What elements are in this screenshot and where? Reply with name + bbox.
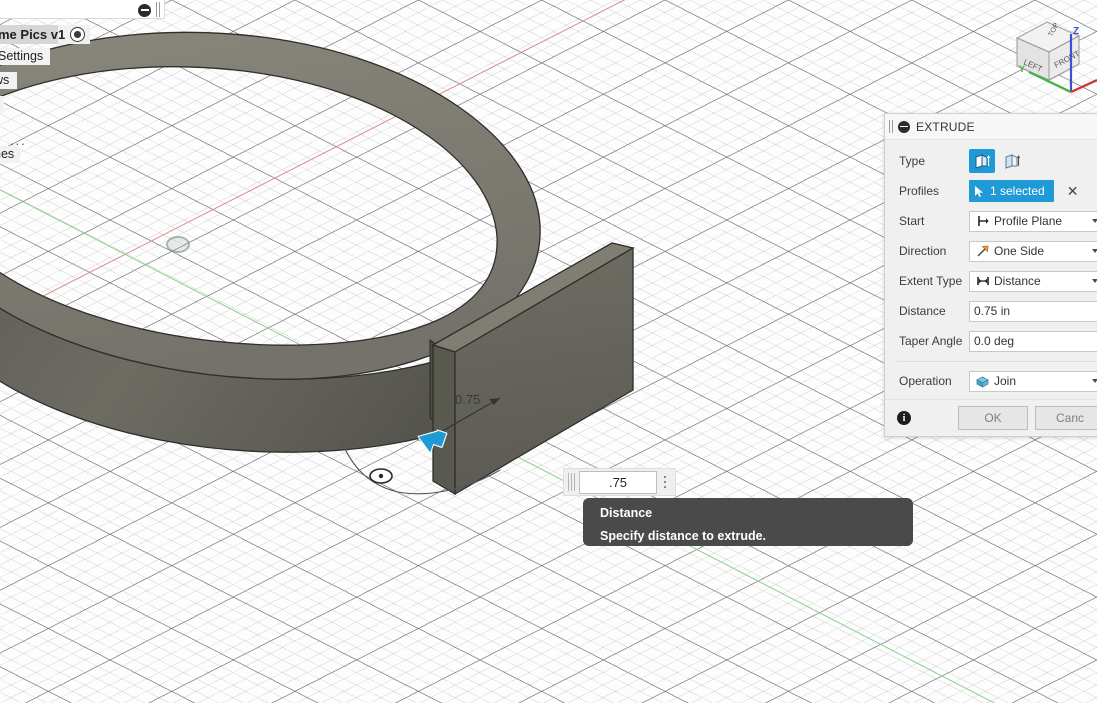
taper-angle-input[interactable]: 0.0 deg <box>969 331 1097 352</box>
inline-distance-input[interactable]: .75 <box>579 471 657 494</box>
origin-point[interactable] <box>166 236 190 253</box>
browser-document-name[interactable]: me Pics v1 <box>0 25 58 44</box>
browser-item-sketches[interactable]: hes <box>0 146 20 163</box>
extrude-dialog-header[interactable]: EXTRUDE <box>885 114 1097 140</box>
select-cursor-icon <box>974 185 985 198</box>
extrude-dialog-body: Type <box>885 140 1097 396</box>
extrude-dialog[interactable]: EXTRUDE Type <box>884 113 1097 437</box>
label-taper-angle: Taper Angle <box>899 334 969 348</box>
extrude-thin-icon <box>1004 153 1021 170</box>
tooltip-description: Specify distance to extrude. <box>600 528 913 544</box>
minus-circle-icon[interactable] <box>138 4 151 17</box>
direction-value: One Side <box>992 244 1092 258</box>
drag-grip-icon[interactable] <box>567 473 576 491</box>
distance-input[interactable]: 0.75 in <box>969 301 1097 322</box>
extrude-dialog-title: EXTRUDE <box>916 120 975 134</box>
ok-button[interactable]: OK <box>958 406 1028 430</box>
profiles-select-button[interactable]: 1 selected <box>969 180 1054 202</box>
row-extent-type: Extent Type Distance <box>885 266 1097 296</box>
tooltip-title: Distance <box>600 505 913 521</box>
join-solid-icon <box>973 374 992 388</box>
distance-arrows-icon <box>973 274 992 288</box>
drag-grip-icon[interactable] <box>888 120 895 133</box>
label-start: Start <box>899 214 969 228</box>
browser-item-settings[interactable]: Settings <box>0 48 50 65</box>
label-direction: Direction <box>899 244 969 258</box>
operation-dropdown[interactable]: Join <box>969 371 1097 392</box>
dimension-value-label: 0.75 <box>455 392 480 407</box>
chevron-down-icon[interactable] <box>1092 279 1097 283</box>
operation-value: Join <box>992 374 1092 388</box>
view-cube[interactable]: TOP LEFT FRONT Z Y <box>1005 0 1097 105</box>
extrude-dialog-footer: i OK Canc <box>885 399 1097 436</box>
row-start: Start Profile Plane <box>885 206 1097 236</box>
radio-selected-icon[interactable] <box>70 27 85 42</box>
drag-grip-icon[interactable] <box>155 2 162 17</box>
tooltip: Distance Specify distance to extrude. <box>583 498 913 546</box>
label-operation: Operation <box>899 374 969 388</box>
chevron-down-icon[interactable] <box>1092 249 1097 253</box>
inline-distance-editor[interactable]: .75 <box>563 468 676 496</box>
cancel-button[interactable]: Canc <box>1035 406 1097 430</box>
profiles-selected-count: 1 selected <box>990 184 1045 198</box>
row-type: Type <box>885 146 1097 176</box>
dialog-divider <box>897 361 1097 362</box>
row-operation: Operation Join <box>885 366 1097 396</box>
browser-item-named-views[interactable]: ws <box>0 72 17 89</box>
row-taper-angle: Taper Angle 0.0 deg <box>885 326 1097 356</box>
row-direction: Direction One Side <box>885 236 1097 266</box>
axis-label-z: Z <box>1073 26 1079 37</box>
profile-plane-icon <box>973 214 992 228</box>
direction-dropdown[interactable]: One Side <box>969 241 1097 262</box>
one-side-arrow-icon <box>973 244 992 258</box>
extent-type-dropdown[interactable]: Distance <box>969 271 1097 292</box>
label-profiles: Profiles <box>899 184 969 198</box>
extrude-type-thin-button[interactable] <box>999 149 1025 173</box>
chevron-down-icon[interactable] <box>1092 379 1097 383</box>
start-dropdown[interactable]: Profile Plane <box>969 211 1097 232</box>
extrude-type-profile-button[interactable] <box>969 149 995 173</box>
info-icon[interactable]: i <box>897 411 911 425</box>
extrude-profile-icon <box>974 153 991 170</box>
label-distance: Distance <box>899 304 969 318</box>
close-x-icon[interactable]: ✕ <box>1067 184 1079 198</box>
start-value: Profile Plane <box>992 214 1092 228</box>
chevron-down-icon[interactable] <box>1092 219 1097 223</box>
label-extent-type: Extent Type <box>899 274 969 288</box>
browser-ellipsis: ... <box>10 133 44 143</box>
extent-type-value: Distance <box>992 274 1092 288</box>
row-distance: Distance 0.75 in <box>885 296 1097 326</box>
browser-item-origin[interactable]: s <box>0 96 4 113</box>
kebab-menu-icon[interactable] <box>657 472 673 492</box>
axis-label-y: Y <box>1019 64 1025 74</box>
minus-circle-icon[interactable] <box>898 121 910 133</box>
label-type: Type <box>899 154 969 168</box>
row-profiles: Profiles 1 selected ✕ <box>885 176 1097 206</box>
